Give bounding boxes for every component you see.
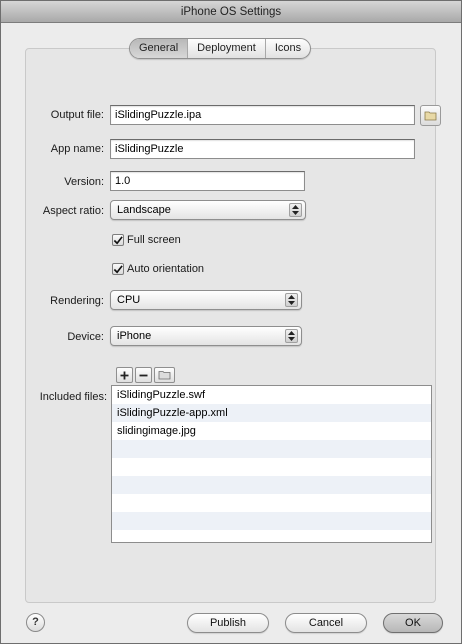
minus-icon: [139, 374, 148, 376]
publish-button[interactable]: Publish: [187, 613, 269, 633]
tab-icons[interactable]: Icons: [266, 39, 310, 58]
device-select[interactable]: iPhone: [110, 326, 302, 346]
help-button[interactable]: ?: [26, 613, 45, 632]
list-item[interactable]: iSlidingPuzzle-app.xml: [112, 404, 431, 422]
auto-orientation-checkbox[interactable]: [112, 263, 124, 275]
empty-list-row: [112, 458, 431, 476]
aspect-ratio-select[interactable]: Landscape: [110, 200, 306, 220]
aspect-ratio-label: Aspect ratio:: [42, 205, 104, 217]
full-screen-checkbox[interactable]: [112, 234, 124, 246]
auto-orientation-option[interactable]: Auto orientation: [112, 263, 204, 275]
full-screen-option[interactable]: Full screen: [112, 234, 181, 246]
checkmark-icon: [113, 235, 123, 244]
app-name-label: App name:: [50, 143, 104, 155]
tab-general[interactable]: General: [130, 39, 189, 58]
list-item[interactable]: slidingimage.jpg: [112, 422, 431, 440]
empty-list-row: [112, 440, 431, 458]
rendering-select[interactable]: CPU: [110, 290, 302, 310]
device-value: iPhone: [117, 330, 152, 342]
tab-deployment[interactable]: Deployment: [188, 39, 266, 58]
remove-file-button[interactable]: [135, 367, 152, 383]
plus-icon: [120, 371, 129, 379]
folder-icon: [424, 111, 437, 121]
version-field[interactable]: 1.0: [110, 171, 305, 191]
tab-bar: General Deployment Icons: [129, 38, 312, 59]
add-folder-button[interactable]: [154, 367, 175, 383]
empty-list-row: [112, 530, 431, 542]
checkmark-icon: [113, 264, 123, 273]
list-item[interactable]: iSlidingPuzzle.swf: [112, 386, 431, 404]
settings-window: iPhone OS Settings General Deployment Ic…: [0, 0, 462, 644]
version-label: Version:: [64, 176, 104, 188]
folder-icon: [158, 371, 171, 380]
app-name-field[interactable]: iSlidingPuzzle: [110, 139, 415, 159]
updown-arrows-icon: [285, 329, 298, 343]
browse-output-button[interactable]: [420, 105, 441, 126]
rendering-value: CPU: [117, 294, 141, 306]
empty-list-row: [112, 494, 431, 512]
window-title: iPhone OS Settings: [1, 1, 461, 23]
output-file-label: Output file:: [50, 109, 104, 121]
auto-orientation-label: Auto orientation: [127, 263, 205, 275]
output-file-field[interactable]: iSlidingPuzzle.ipa: [110, 105, 415, 125]
device-label: Device:: [67, 331, 104, 343]
included-files-label: Included files:: [39, 391, 107, 403]
updown-arrows-icon: [289, 203, 302, 217]
cancel-button[interactable]: Cancel: [285, 613, 367, 633]
empty-list-row: [112, 512, 431, 530]
full-screen-label: Full screen: [127, 234, 181, 246]
included-files-list[interactable]: iSlidingPuzzle.swf iSlidingPuzzle-app.xm…: [111, 385, 432, 543]
add-file-button[interactable]: [116, 367, 133, 383]
updown-arrows-icon: [285, 293, 298, 307]
aspect-ratio-value: Landscape: [117, 204, 171, 216]
ok-button[interactable]: OK: [383, 613, 443, 633]
rendering-label: Rendering:: [50, 295, 104, 307]
empty-list-row: [112, 476, 431, 494]
